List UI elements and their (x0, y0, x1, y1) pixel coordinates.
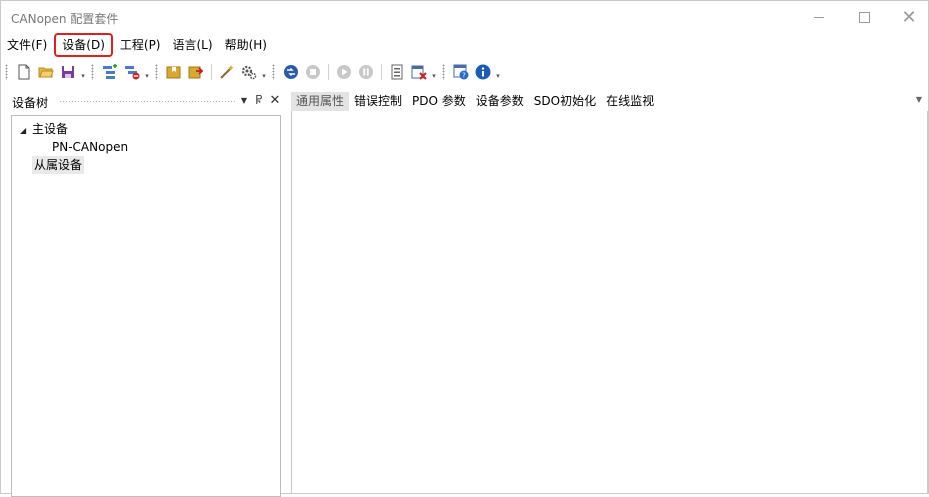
tab-content-area (291, 111, 928, 494)
device-dropdown[interactable]: ▾ (143, 61, 151, 83)
pause-icon (359, 65, 373, 79)
toolbar-separator (381, 64, 382, 80)
device-tree-header: 设备树 ▼ Ⴜ ✕ (7, 91, 285, 111)
play-icon (337, 65, 351, 79)
help-button[interactable]: ? (450, 61, 472, 83)
maximize-icon (858, 11, 870, 23)
panel-close-icon[interactable]: ✕ (268, 93, 282, 109)
minimize-button[interactable] (796, 1, 842, 33)
add-device-icon (103, 64, 117, 79)
maximize-button[interactable] (841, 1, 887, 33)
wizard-icon (220, 65, 234, 79)
import-button[interactable] (163, 61, 185, 83)
toolbar-grip[interactable] (155, 64, 158, 80)
properties-panel: 通用属性 错误控制 PDO 参数 设备参数 SDO初始化 在线监视 ▼ (291, 91, 928, 494)
menu-bar: 文件(F) 设备(D) 工程(P) 语言(L) 帮助(H) (1, 33, 928, 57)
play-button[interactable] (333, 61, 355, 83)
menu-project[interactable]: 工程(P) (114, 35, 167, 55)
delete-icon (411, 65, 427, 80)
connect-button[interactable] (280, 61, 302, 83)
tab-strip: 通用属性 错误控制 PDO 参数 设备参数 SDO初始化 在线监视 ▼ (291, 91, 928, 112)
tree-node-pn-canopen[interactable]: PN-CANopen (52, 138, 128, 156)
panel-drag-handle[interactable] (59, 100, 237, 103)
svg-text:?: ? (462, 72, 466, 80)
save-button[interactable] (57, 61, 79, 83)
minimize-icon (814, 16, 824, 18)
device-tree-title: 设备树 (12, 96, 49, 110)
tab-error-control[interactable]: 错误控制 (349, 92, 407, 111)
export-button[interactable] (185, 61, 207, 83)
pin-icon[interactable]: Ⴜ (252, 93, 266, 109)
remove-device-button[interactable] (121, 61, 143, 83)
window-title: CANopen 配置套件 (11, 12, 119, 26)
toolbar: ▾ ▾ ▾ ▾ ? ▾ (1, 59, 928, 85)
toolbar-separator (211, 64, 212, 80)
info-icon (475, 64, 491, 80)
info-button[interactable] (472, 61, 494, 83)
menu-file[interactable]: 文件(F) (1, 35, 53, 55)
device-info-button[interactable] (386, 61, 408, 83)
close-icon: ✕ (901, 6, 917, 28)
delete-button[interactable] (408, 61, 430, 83)
tree-node-label: PN-CANopen (52, 140, 129, 154)
device-info-icon (391, 64, 403, 80)
device-tree-panel: 设备树 ▼ Ⴜ ✕ ◢ 主设备 PN-CANopen 从属设备 (7, 91, 285, 497)
new-file-button[interactable] (13, 61, 35, 83)
tree-node-label: 主设备 (32, 122, 69, 136)
connect-icon (284, 65, 298, 79)
tabs-dropdown-icon[interactable]: ▼ (916, 95, 922, 104)
stop-button[interactable] (302, 61, 324, 83)
info-dropdown[interactable]: ▾ (494, 61, 502, 83)
tree-node-label: 从属设备 (34, 158, 83, 172)
tab-online-monitor[interactable]: 在线监视 (601, 92, 659, 111)
tab-device-parameters[interactable]: 设备参数 (471, 92, 529, 111)
add-device-button[interactable] (99, 61, 121, 83)
wizard-button[interactable] (216, 61, 238, 83)
panel-dropdown-icon[interactable]: ▼ (237, 93, 251, 109)
tab-pdo-parameters[interactable]: PDO 参数 (407, 92, 471, 111)
settings-icon (241, 65, 257, 80)
device-tree: ◢ 主设备 PN-CANopen 从属设备 (11, 115, 281, 497)
collapse-arrow-icon[interactable]: ◢ (20, 122, 32, 140)
tree-node-slave[interactable]: 从属设备 (32, 156, 85, 174)
pause-button[interactable] (355, 61, 377, 83)
menu-device[interactable]: 设备(D) (54, 33, 113, 57)
delete-dropdown[interactable]: ▾ (430, 61, 438, 83)
toolbar-grip[interactable] (91, 64, 94, 80)
menu-help[interactable]: 帮助(H) (219, 35, 273, 55)
settings-dropdown[interactable]: ▾ (260, 61, 268, 83)
title-bar: CANopen 配置套件 ✕ (1, 1, 928, 33)
save-dropdown[interactable]: ▾ (79, 61, 87, 83)
toolbar-grip[interactable] (5, 64, 8, 80)
tab-general-properties[interactable]: 通用属性 (291, 91, 350, 111)
import-icon (166, 66, 181, 79)
remove-device-icon (125, 66, 140, 80)
toolbar-separator (328, 64, 329, 80)
export-icon (188, 66, 204, 79)
app-window: CANopen 配置套件 ✕ 文件(F) 设备(D) 工程(P) 语言(L) 帮… (0, 0, 929, 497)
open-folder-icon (38, 67, 54, 78)
tab-sdo-init[interactable]: SDO初始化 (529, 92, 601, 111)
save-icon (62, 66, 74, 78)
close-button[interactable]: ✕ (886, 1, 929, 33)
menu-language[interactable]: 语言(L) (167, 35, 219, 55)
open-button[interactable] (35, 61, 57, 83)
stop-icon (306, 65, 320, 79)
help-icon: ? (453, 64, 469, 80)
toolbar-grip[interactable] (442, 64, 445, 80)
toolbar-grip[interactable] (272, 64, 275, 80)
new-file-icon (18, 64, 30, 80)
tree-node-master[interactable]: ◢ 主设备 (20, 120, 68, 138)
settings-button[interactable] (238, 61, 260, 83)
